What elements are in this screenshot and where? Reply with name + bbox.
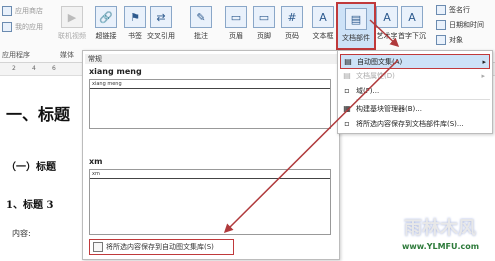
drop-cap-button[interactable]: A 首字下沉 (398, 2, 426, 46)
organizer-icon: ▦ (343, 104, 351, 113)
document-property-icon: ▤ (343, 71, 351, 80)
content-label: 内容: (12, 229, 31, 238)
gallery-item-name: xiang meng (89, 67, 142, 76)
menu-item-document-property[interactable]: ▤ 文档属性(D) ▸ (340, 69, 488, 82)
menu-separator (356, 99, 490, 100)
my-apps-button[interactable]: 我的应用 (2, 22, 43, 32)
footer-button[interactable]: ▭ 页脚 (253, 2, 275, 46)
comment-icon: ✎ (190, 6, 212, 28)
link-icon: 🔗 (95, 6, 117, 28)
cross-reference-button[interactable]: ⇄ 交叉引用 (147, 2, 175, 46)
signature-icon (436, 5, 446, 15)
apps-icon (2, 22, 12, 32)
quick-parts-gallery: 常规 xiang meng xiang meng xm xm 将所选内容保存到自… (82, 50, 340, 260)
wordart-icon: A (376, 6, 398, 28)
menu-item-autotext[interactable]: ▤ 自动图文集(A) ▸ (340, 54, 490, 69)
menu-item-save-to-gallery[interactable]: ▫ 将所选内容保存到文档部件库(S)... (340, 117, 488, 130)
menu-item-field[interactable]: ▫ 域(F)... (340, 84, 488, 97)
textbox-button[interactable]: A 文本框 (312, 2, 334, 46)
hyperlink-button[interactable]: 🔗 超链接 (95, 2, 117, 46)
crossref-icon: ⇄ (150, 6, 172, 28)
heading-3: 1、标题 3 (6, 200, 54, 211)
save-icon (93, 242, 103, 252)
autotext-icon: ▤ (344, 57, 352, 66)
signature-line-button[interactable]: 签名行 (436, 5, 470, 15)
save-to-autotext-gallery[interactable]: 将所选内容保存到自动图文集库(S) (89, 239, 234, 255)
footer-icon: ▭ (253, 6, 275, 28)
heading-2: （一）标题 (6, 162, 56, 173)
dropcap-icon: A (401, 6, 423, 28)
calendar-icon (436, 20, 446, 30)
object-button[interactable]: 对象 (436, 35, 463, 45)
app-store-button[interactable]: 应用商店 (2, 6, 43, 16)
save-icon: ▫ (344, 119, 350, 128)
submenu-arrow-icon: ▸ (481, 71, 485, 80)
store-icon (2, 6, 12, 16)
menu-item-building-blocks-organizer[interactable]: ▦ 构建基块管理器(B)... (340, 102, 488, 115)
gallery-item-thumbnail[interactable]: xiang meng (89, 79, 331, 129)
field-icon: ▫ (344, 86, 350, 95)
header-button[interactable]: ▭ 页眉 (225, 2, 247, 46)
object-icon (436, 35, 446, 45)
wordart-button[interactable]: A 艺术字 (376, 2, 398, 46)
bookmark-icon: ⚑ (124, 6, 146, 28)
page-number-button[interactable]: # 页码 (281, 2, 303, 46)
gallery-item-thumbnail[interactable]: xm (89, 169, 331, 235)
submenu-arrow-icon: ▸ (482, 57, 486, 66)
quick-parts-button[interactable]: ▤ 文档部件 (336, 2, 376, 50)
group-label-media: 媒体 (60, 51, 74, 59)
quickparts-icon: ▤ (345, 8, 367, 30)
watermark-logo: 雨林木风 www.YLMFU.com (402, 218, 480, 251)
pagenum-icon: # (281, 6, 303, 28)
group-label-apps: 应用程序 (2, 51, 30, 59)
gallery-section-header: 常规 (85, 54, 338, 64)
online-video-button[interactable]: ▶ 联机视频 (58, 2, 86, 46)
bookmark-button[interactable]: ⚑ 书签 (124, 2, 146, 46)
header-icon: ▭ (225, 6, 247, 28)
gallery-item-name: xm (89, 157, 103, 166)
video-icon: ▶ (61, 6, 83, 28)
comment-button[interactable]: ✎ 批注 (190, 2, 212, 46)
quick-parts-menu: ▤ 自动图文集(A) ▸ ▤ 文档属性(D) ▸ ▫ 域(F)... ▦ 构建基… (337, 50, 493, 134)
date-time-button[interactable]: 日期和时间 (436, 20, 484, 30)
heading-1: 一、标题 (6, 105, 71, 124)
textbox-icon: A (312, 6, 334, 28)
